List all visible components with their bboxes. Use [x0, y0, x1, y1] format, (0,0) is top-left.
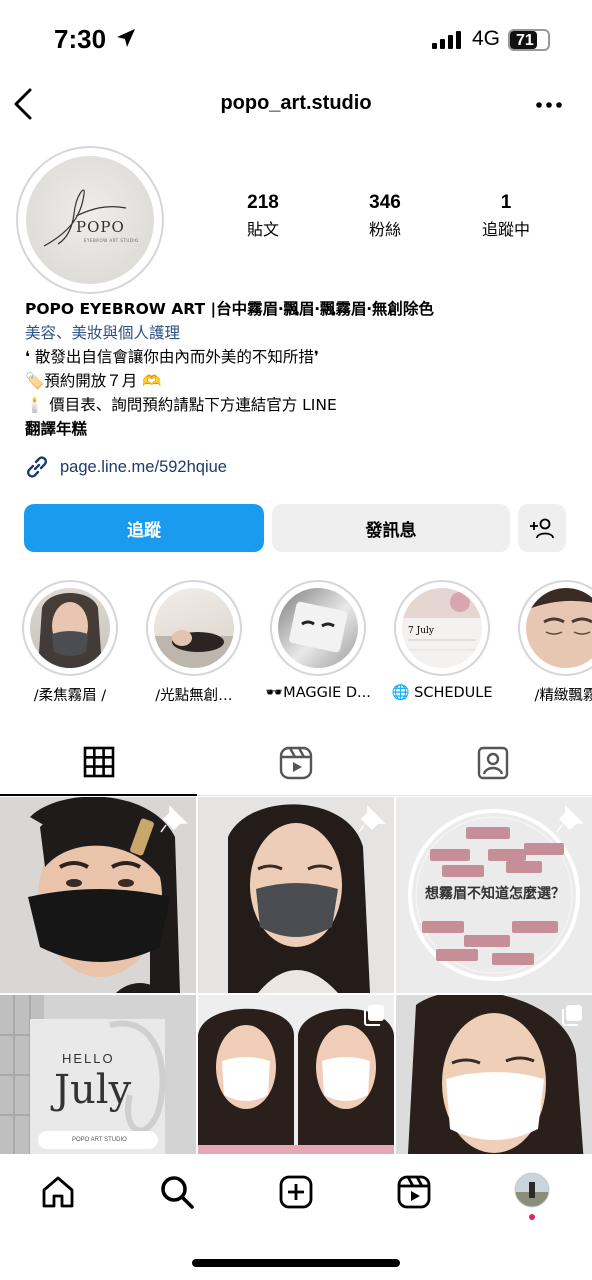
highlight-cover	[278, 588, 358, 668]
status-bar: 7:30 4G 71	[0, 0, 592, 78]
highlight-label: /光點無創…	[155, 688, 233, 704]
highlight-cover	[30, 588, 110, 668]
link-icon	[27, 456, 47, 478]
highlight-label: /柔焦霧眉 /	[33, 688, 107, 704]
highlight-cover	[154, 588, 234, 668]
home-indicator	[192, 1259, 400, 1267]
following-count-value: 1	[500, 192, 512, 213]
message-button[interactable]: 發訊息	[272, 504, 510, 552]
post-tile[interactable]	[198, 797, 394, 993]
home-icon[interactable]	[40, 1174, 76, 1210]
highlight-label: 🌐 SCHEDULE	[391, 685, 493, 701]
profile-avatar[interactable]: POPO EYEBROW ART STUDIO	[16, 146, 164, 294]
highlight-label: /精緻飄霧	[534, 688, 592, 704]
highlight-cover: 7 July	[402, 588, 482, 668]
profile-tabs	[0, 730, 592, 796]
status-time: 7:30	[54, 24, 107, 54]
posts-count[interactable]: 218 貼文	[208, 192, 318, 240]
post-hello-text: HELLO	[62, 1051, 115, 1066]
highlight-cover	[526, 588, 592, 668]
reels-nav-icon[interactable]	[396, 1174, 432, 1210]
search-icon[interactable]	[159, 1174, 195, 1210]
post-search-text: POPO ART STUDIO	[72, 1137, 127, 1143]
carousel-icon	[562, 1005, 582, 1026]
profile-category[interactable]: 美容、美妝與個人護理	[25, 321, 585, 345]
network-type: 4G	[472, 27, 501, 50]
avatar-image: POPO EYEBROW ART STUDIO	[26, 156, 154, 284]
profile-link[interactable]: page.line.me/592hqiue	[24, 454, 227, 480]
profile-name: POPO EYEBROW ART |台中霧眉‧飄眉‧飄霧眉‧無創除色	[25, 300, 434, 318]
follow-button[interactable]: 追蹤	[24, 504, 264, 552]
avatar-sub-text: EYEBROW ART STUDIO	[84, 238, 139, 243]
pinned-icon	[358, 805, 386, 833]
profile-bio: POPO EYEBROW ART |台中霧眉‧飄眉‧飄霧眉‧無創除色 美容、美妝…	[25, 297, 585, 441]
bio-line: 🕯️ 價目表、詢問預約請點下方連結官方 LINE	[25, 396, 337, 414]
schedule-date: 7 July	[408, 626, 434, 636]
more-options-icon[interactable]	[534, 90, 564, 120]
posts-count-value: 218	[247, 192, 279, 213]
tab-tagged[interactable]	[394, 730, 591, 796]
post-july-text: July	[54, 1067, 132, 1113]
create-post-icon[interactable]	[278, 1174, 314, 1210]
profile-username: popo_art.studio	[220, 92, 372, 114]
translate-link[interactable]: 翻譯年糕	[25, 417, 585, 441]
followers-count-value: 346	[369, 192, 401, 213]
post-quiz-title: 想霧眉不知道怎麼選？	[425, 886, 565, 902]
own-profile-avatar[interactable]	[514, 1172, 550, 1220]
posts-count-label: 貼文	[246, 220, 279, 239]
highlight-label: 🕶️MAGGIE D...	[265, 685, 371, 701]
followers-count[interactable]: 346 粉絲	[330, 192, 440, 240]
profile-link-text[interactable]: page.line.me/592hqiue	[60, 458, 227, 477]
signal-icon	[432, 31, 461, 49]
notification-dot	[529, 1214, 535, 1220]
tab-reels[interactable]	[197, 730, 394, 796]
reels-icon	[279, 746, 312, 780]
profile-header: popo_art.studio	[0, 80, 592, 132]
following-count-label: 追蹤中	[481, 220, 530, 239]
followers-count-label: 粉絲	[368, 220, 401, 239]
bio-line: 🏷️預約開放７月 🫶	[25, 372, 162, 390]
add-person-icon	[530, 518, 554, 539]
battery-level: 71	[516, 32, 534, 49]
tab-posts-grid[interactable]	[0, 730, 197, 796]
bio-line: ❛ 散發出自信會讓你由內而外美的不知所措❜	[25, 348, 319, 366]
following-count[interactable]: 1 追蹤中	[451, 192, 561, 240]
post-tile[interactable]	[0, 797, 196, 993]
grid-icon	[83, 746, 114, 778]
own-avatar-image	[514, 1172, 550, 1208]
pinned-icon	[556, 805, 584, 833]
location-arrow-icon	[117, 29, 135, 47]
suggest-users-button[interactable]	[518, 504, 566, 552]
pinned-icon	[160, 805, 188, 833]
carousel-icon	[364, 1005, 384, 1026]
avatar-logo-text: POPO	[76, 218, 125, 236]
tagged-icon	[477, 746, 508, 780]
post-tile[interactable]: 想霧眉不知道怎麼選？	[396, 797, 592, 993]
battery-icon: 71	[508, 29, 550, 51]
